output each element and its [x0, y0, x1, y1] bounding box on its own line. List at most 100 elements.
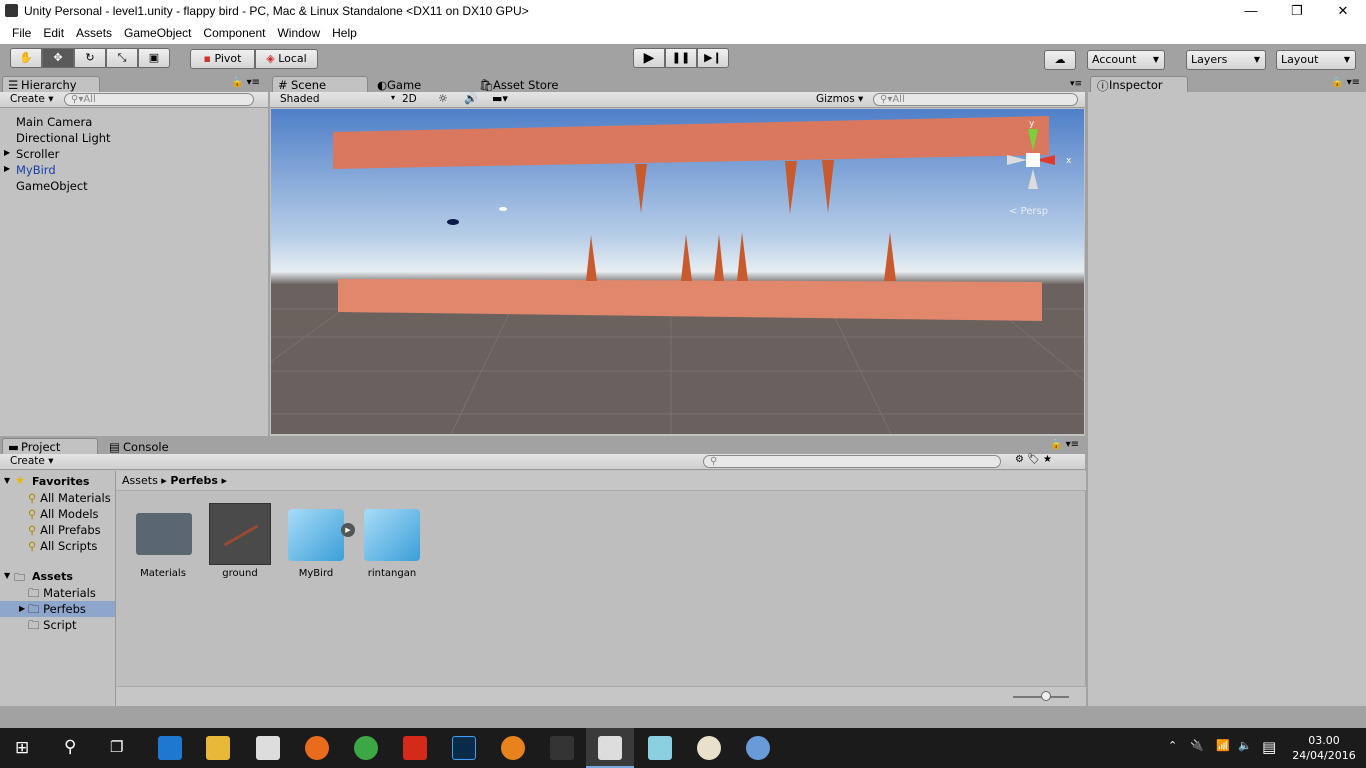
favorite-all-models[interactable]: ⚲ All Models — [28, 507, 99, 521]
layout-dropdown[interactable]: Layout ▼ — [1276, 50, 1356, 70]
project-create-button[interactable]: Create ▾ — [10, 455, 54, 467]
file-rintangan[interactable]: rintangan — [353, 568, 431, 579]
step-button[interactable]: ▶❙ — [697, 48, 729, 68]
tab-project[interactable]: ▬ Project — [2, 438, 98, 454]
rotate-tool-button[interactable]: ↻ — [74, 48, 106, 68]
app-icon[interactable] — [648, 736, 672, 760]
chrome-icon[interactable] — [354, 736, 378, 760]
task-view-icon[interactable]: ❐ — [110, 738, 123, 756]
slider-thumb[interactable] — [1041, 691, 1051, 701]
favorite-all-prefabs[interactable]: ⚲ All Prefabs — [28, 523, 101, 537]
assets-label[interactable]: Assets — [32, 570, 73, 583]
2d-toggle[interactable]: 2D — [402, 93, 417, 105]
tree-folder-perfebs[interactable]: ▶ 🗀 Perfebs — [0, 601, 115, 617]
tab-inspector[interactable]: ⓘ Inspector — [1090, 76, 1188, 93]
flash-icon[interactable] — [403, 736, 427, 760]
battery-icon[interactable]: 🔌 — [1190, 739, 1204, 752]
scene-search-input[interactable]: ⚲▾All — [873, 93, 1078, 106]
local-toggle[interactable]: ◈ Local — [255, 49, 318, 69]
tab-scene[interactable]: # Scene — [272, 76, 368, 92]
hierarchy-item-directional-light[interactable]: Directional Light — [16, 131, 111, 145]
folder-icon[interactable] — [136, 513, 192, 555]
hierarchy-search-input[interactable]: ⚲▾All — [64, 93, 254, 106]
expand-arrow-icon[interactable]: ▼ — [4, 476, 10, 485]
paint-icon[interactable] — [697, 736, 721, 760]
start-button[interactable]: ⊞ — [15, 738, 29, 758]
scale-tool-button[interactable]: ⤡ — [106, 48, 138, 68]
menu-help[interactable]: Help — [326, 22, 363, 44]
expand-arrow-icon[interactable]: ▶ — [4, 148, 10, 157]
tray-chevron-icon[interactable]: ⌃ — [1168, 739, 1177, 752]
photoshop-icon[interactable] — [452, 736, 476, 760]
prefab-cube-icon[interactable] — [364, 509, 420, 561]
expand-prefab-icon[interactable]: ▶ — [341, 523, 355, 537]
move-tool-button[interactable]: ✥ — [42, 48, 74, 68]
file-materials[interactable]: Materials — [124, 568, 202, 579]
projection-label[interactable]: < Persp — [1009, 206, 1048, 217]
hierarchy-create-button[interactable]: Create ▾ — [10, 93, 54, 105]
store-icon[interactable] — [256, 736, 280, 760]
app-icon[interactable] — [746, 736, 770, 760]
favorite-all-scripts[interactable]: ⚲ All Scripts — [28, 539, 97, 553]
clock[interactable]: 03.00 24/04/2016 — [1292, 733, 1356, 763]
volume-icon[interactable]: 🔈 — [1238, 739, 1252, 752]
menu-file[interactable]: File — [6, 22, 37, 44]
spikes[interactable] — [586, 160, 896, 281]
bottom-platform[interactable] — [338, 279, 1042, 321]
search-icon[interactable]: ⚲ — [64, 737, 76, 757]
hand-tool-button[interactable]: ✋ — [10, 48, 42, 68]
tab-hierarchy[interactable]: ☰ Hierarchy — [2, 76, 100, 92]
lighting-toggle-icon[interactable]: ☼ — [438, 92, 448, 105]
bird-object[interactable] — [447, 219, 459, 225]
file-ground[interactable]: ground — [201, 568, 279, 579]
panel-menu-icon[interactable]: ▾≡ — [1070, 79, 1082, 89]
notification-icon[interactable]: ▤ — [1262, 738, 1276, 756]
blender-icon[interactable] — [501, 736, 525, 760]
shading-dropdown[interactable]: Shaded ▾ — [280, 93, 395, 105]
hierarchy-item-gameobject[interactable]: GameObject — [16, 179, 88, 193]
app-icon[interactable] — [550, 736, 574, 760]
hierarchy-item-main-camera[interactable]: Main Camera — [16, 115, 92, 129]
minimize-button[interactable]: — — [1228, 0, 1274, 22]
tab-console[interactable]: ▤ Console — [98, 438, 198, 454]
breadcrumb-assets[interactable]: Assets — [122, 474, 158, 487]
filter-icons[interactable]: ⚙ 🏷 ★ — [1015, 454, 1052, 465]
edge-icon[interactable] — [158, 736, 182, 760]
close-button[interactable]: ✕ — [1320, 0, 1366, 22]
menu-assets[interactable]: Assets — [70, 22, 118, 44]
pivot-toggle[interactable]: ▪ Pivot — [190, 49, 255, 69]
lock-icon[interactable]: 🔒 ▾≡ — [231, 77, 260, 88]
tab-game[interactable]: ◐ Game — [368, 76, 468, 92]
audio-toggle-icon[interactable]: 🔊 — [464, 92, 478, 105]
material-thumbnail[interactable] — [209, 503, 271, 565]
expand-arrow-icon[interactable]: ▼ — [4, 571, 10, 580]
menu-gameobject[interactable]: GameObject — [118, 22, 197, 44]
cloud-button[interactable]: ☁ — [1044, 50, 1076, 70]
rect-tool-button[interactable]: ▣ — [138, 48, 170, 68]
gizmos-dropdown[interactable]: Gizmos ▾ — [816, 93, 863, 105]
firefox-icon[interactable] — [305, 736, 329, 760]
hierarchy-item-mybird[interactable]: MyBird — [16, 163, 56, 177]
file-mybird[interactable]: MyBird — [277, 568, 355, 579]
project-search-input[interactable]: ⚲ — [703, 455, 1001, 468]
hierarchy-item-scroller[interactable]: Scroller — [16, 147, 59, 161]
account-dropdown[interactable]: Account ▼ — [1087, 50, 1165, 70]
favorites-label[interactable]: Favorites — [32, 475, 89, 488]
lock-icon[interactable]: 🔒 ▾≡ — [1331, 77, 1360, 88]
menu-component[interactable]: Component — [197, 22, 271, 44]
menu-window[interactable]: Window — [271, 22, 326, 44]
wifi-icon[interactable]: 📶 — [1216, 739, 1230, 752]
file-explorer-icon[interactable] — [206, 736, 230, 760]
pause-button[interactable]: ❚❚ — [665, 48, 697, 68]
favorite-all-materials[interactable]: ⚲ All Materials — [28, 491, 111, 505]
layers-dropdown[interactable]: Layers ▼ — [1186, 50, 1266, 70]
breadcrumb-perfebs[interactable]: Perfebs — [170, 474, 218, 487]
prefab-cube-icon[interactable] — [288, 509, 344, 561]
expand-arrow-icon[interactable]: ▶ — [4, 164, 10, 173]
unity-taskbar-button[interactable] — [586, 728, 634, 768]
maximize-button[interactable]: ❐ — [1274, 0, 1320, 22]
scene-viewport[interactable]: y x < Persp — [271, 109, 1084, 434]
lock-icon[interactable]: 🔒 ▾≡ — [1050, 439, 1079, 450]
top-platform[interactable] — [333, 116, 1049, 169]
menu-edit[interactable]: Edit — [37, 22, 70, 44]
